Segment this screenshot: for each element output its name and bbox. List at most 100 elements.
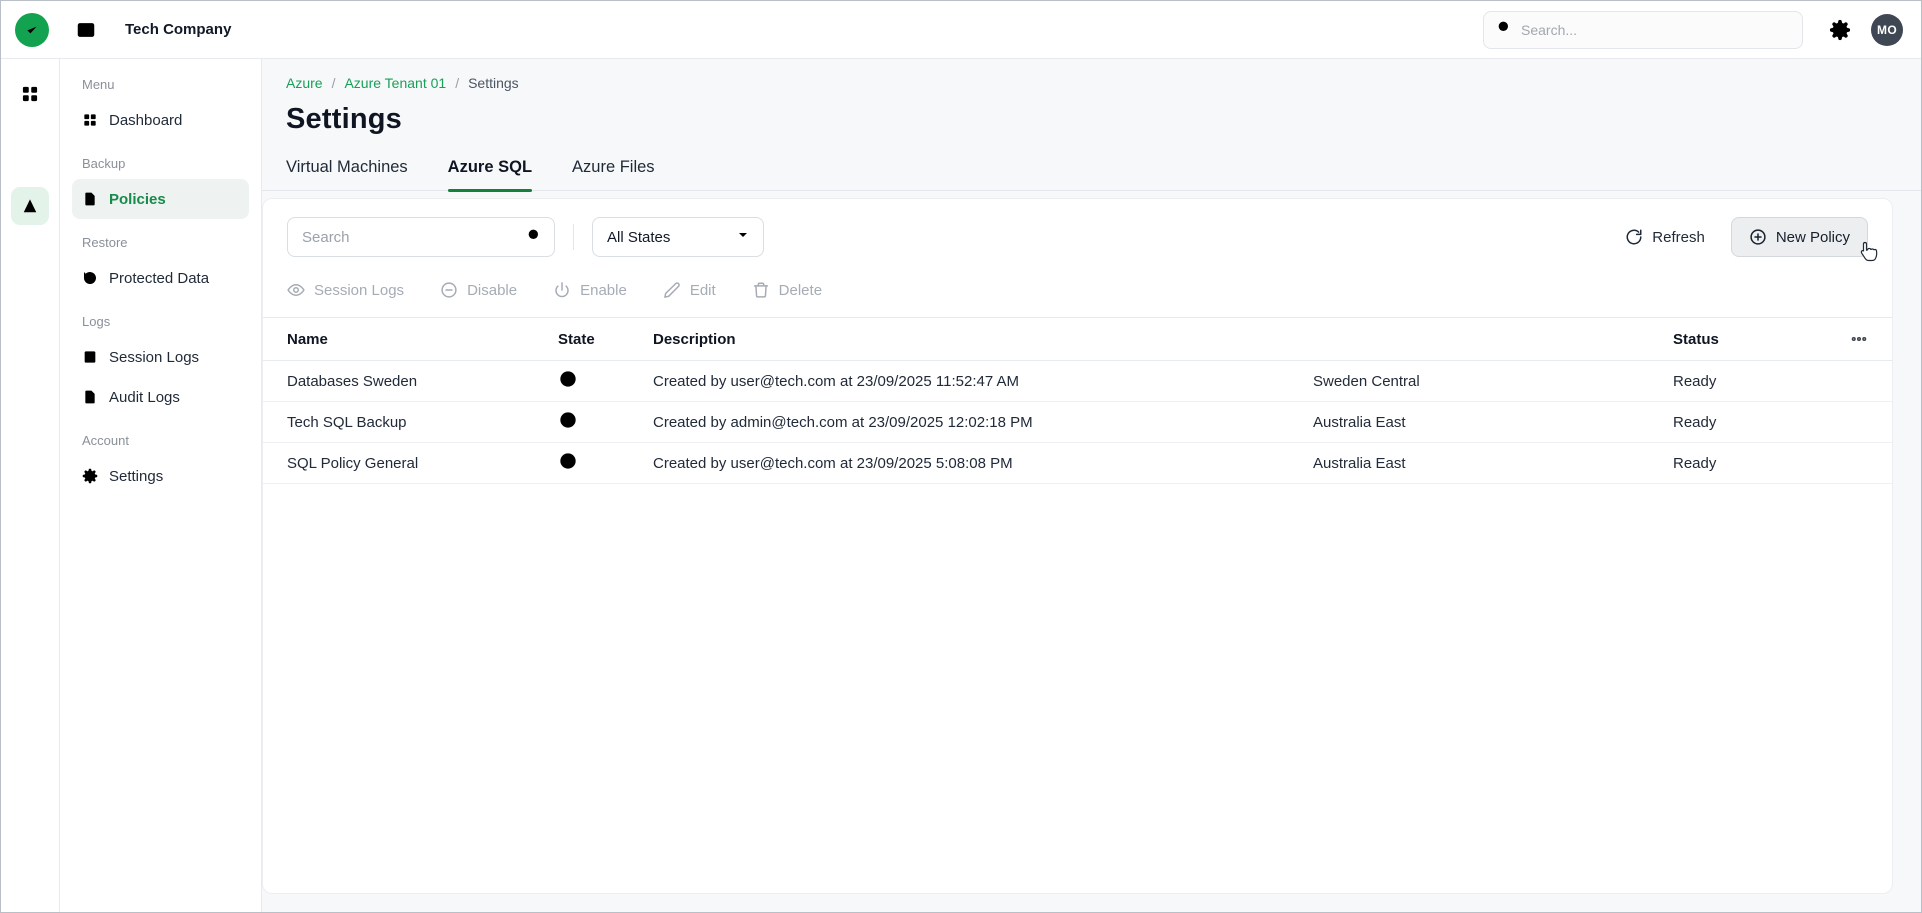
breadcrumb: Azure / Azure Tenant 01 / Settings <box>262 59 1921 91</box>
policies-icon <box>82 191 98 207</box>
policy-region: Australia East <box>1313 414 1673 431</box>
table-header-status: Status <box>1673 331 1828 348</box>
settings-gear-icon[interactable] <box>1829 19 1851 41</box>
table-header-name: Name <box>287 331 558 348</box>
refresh-icon <box>1625 228 1643 246</box>
icon-rail <box>1 59 60 912</box>
bulk-action-label: Enable <box>580 282 627 299</box>
table-header-row: Name State Description Status <box>263 317 1892 361</box>
sidebar-item-label: Audit Logs <box>109 389 180 406</box>
policy-search-input[interactable] <box>302 229 526 246</box>
plus-circle-icon <box>1749 228 1767 246</box>
bulk-edit-button[interactable]: Edit <box>663 281 716 299</box>
policy-status: Ready <box>1673 455 1828 472</box>
policy-search[interactable] <box>287 217 555 257</box>
bulk-session-logs-button[interactable]: Session Logs <box>287 281 404 299</box>
body-columns: Menu Dashboard Backup Policies Restore P <box>1 59 1921 912</box>
rail-azure-icon[interactable] <box>11 187 49 225</box>
sidebar-item-label: Settings <box>109 468 163 485</box>
page-title: Settings <box>286 103 1921 136</box>
bulk-delete-button[interactable]: Delete <box>752 281 822 299</box>
tab-virtual-machines[interactable]: Virtual Machines <box>286 158 408 190</box>
chevron-down-icon <box>735 227 751 247</box>
bulk-action-label: Edit <box>690 282 716 299</box>
breadcrumb-tenant[interactable]: Azure Tenant 01 <box>344 75 446 91</box>
sidebar-section-menu: Menu <box>82 77 239 92</box>
table-row[interactable]: SQL Policy General Created by user@tech.… <box>263 443 1892 484</box>
global-search-input[interactable] <box>1521 22 1790 38</box>
table-row[interactable]: Databases Sweden Created by user@tech.co… <box>263 361 1892 402</box>
table-row[interactable]: Tech SQL Backup Created by admin@tech.co… <box>263 402 1892 443</box>
refresh-button[interactable]: Refresh <box>1625 228 1705 246</box>
sidebar-toggle-button[interactable] <box>75 19 97 41</box>
policies-card: All States Refresh <box>262 198 1893 894</box>
state-ok-icon <box>558 369 653 393</box>
sidebar-item-audit-logs[interactable]: Audit Logs <box>72 377 249 417</box>
search-icon <box>526 227 542 248</box>
policy-name: SQL Policy General <box>287 455 558 472</box>
search-icon <box>1496 19 1512 40</box>
state-ok-icon <box>558 451 653 475</box>
policy-description: Created by user@tech.com at 23/09/2025 5… <box>653 455 1313 472</box>
card-toolbar: All States Refresh <box>263 199 1892 271</box>
state-ok-icon <box>558 410 653 434</box>
sidebar-item-policies[interactable]: Policies <box>72 179 249 219</box>
state-filter-dropdown[interactable]: All States <box>592 217 764 257</box>
policy-status: Ready <box>1673 414 1828 431</box>
trash-icon <box>752 281 770 299</box>
topbar: Tech Company MO <box>1 1 1921 59</box>
bulk-action-label: Session Logs <box>314 282 404 299</box>
power-icon <box>553 281 571 299</box>
sidebar: Menu Dashboard Backup Policies Restore P <box>60 59 262 912</box>
sidebar-section-account: Account <box>82 433 239 448</box>
bulk-action-label: Delete <box>779 282 822 299</box>
breadcrumb-separator: / <box>455 75 459 91</box>
tab-azure-files[interactable]: Azure Files <box>572 158 655 190</box>
table-header-state: State <box>558 331 653 348</box>
sidebar-item-settings[interactable]: Settings <box>72 456 249 496</box>
app-window: Tech Company MO Me <box>0 0 1922 913</box>
breadcrumb-separator: / <box>332 75 336 91</box>
new-policy-button[interactable]: New Policy <box>1731 217 1868 257</box>
topbar-left: Tech Company <box>15 13 231 47</box>
policy-description: Created by user@tech.com at 23/09/2025 1… <box>653 373 1313 390</box>
bulk-disable-button[interactable]: Disable <box>440 281 517 299</box>
policy-description: Created by admin@tech.com at 23/09/2025 … <box>653 414 1313 431</box>
sidebar-item-protected-data[interactable]: Protected Data <box>72 258 249 298</box>
eye-icon <box>287 281 305 299</box>
sidebar-item-session-logs[interactable]: Session Logs <box>72 337 249 377</box>
breadcrumb-azure[interactable]: Azure <box>286 75 323 91</box>
policy-status: Ready <box>1673 373 1828 390</box>
policy-name: Tech SQL Backup <box>287 414 558 431</box>
bulk-action-bar: Session Logs Disable Enable <box>263 271 1892 317</box>
dashboard-icon <box>82 112 98 128</box>
rail-dashboard-icon[interactable] <box>11 75 49 113</box>
toolbar-divider <box>573 224 574 250</box>
pencil-icon <box>663 281 681 299</box>
tab-azure-sql[interactable]: Azure SQL <box>448 158 532 190</box>
policies-table: Name State Description Status Databases … <box>263 317 1892 484</box>
tab-bar: Virtual Machines Azure SQL Azure Files <box>262 158 1921 191</box>
table-header-description: Description <box>653 331 1313 348</box>
refresh-label: Refresh <box>1652 229 1705 246</box>
session-logs-icon <box>82 349 98 365</box>
user-avatar[interactable]: MO <box>1871 14 1903 46</box>
main-content: Azure / Azure Tenant 01 / Settings Setti… <box>262 59 1921 912</box>
sidebar-item-label: Policies <box>109 191 166 208</box>
sidebar-item-dashboard[interactable]: Dashboard <box>72 100 249 140</box>
audit-logs-icon <box>82 389 98 405</box>
minus-circle-icon <box>440 281 458 299</box>
new-policy-label: New Policy <box>1776 229 1850 246</box>
topbar-right: MO <box>1483 11 1903 49</box>
bulk-enable-button[interactable]: Enable <box>553 281 627 299</box>
global-search[interactable] <box>1483 11 1803 49</box>
policy-name: Databases Sweden <box>287 373 558 390</box>
brand-logo-icon <box>15 13 49 47</box>
table-options-button[interactable] <box>1850 330 1868 348</box>
breadcrumb-current: Settings <box>468 75 519 91</box>
sidebar-section-backup: Backup <box>82 156 239 171</box>
company-name: Tech Company <box>125 21 231 38</box>
sidebar-section-restore: Restore <box>82 235 239 250</box>
policy-region: Australia East <box>1313 455 1673 472</box>
sidebar-item-label: Session Logs <box>109 349 199 366</box>
